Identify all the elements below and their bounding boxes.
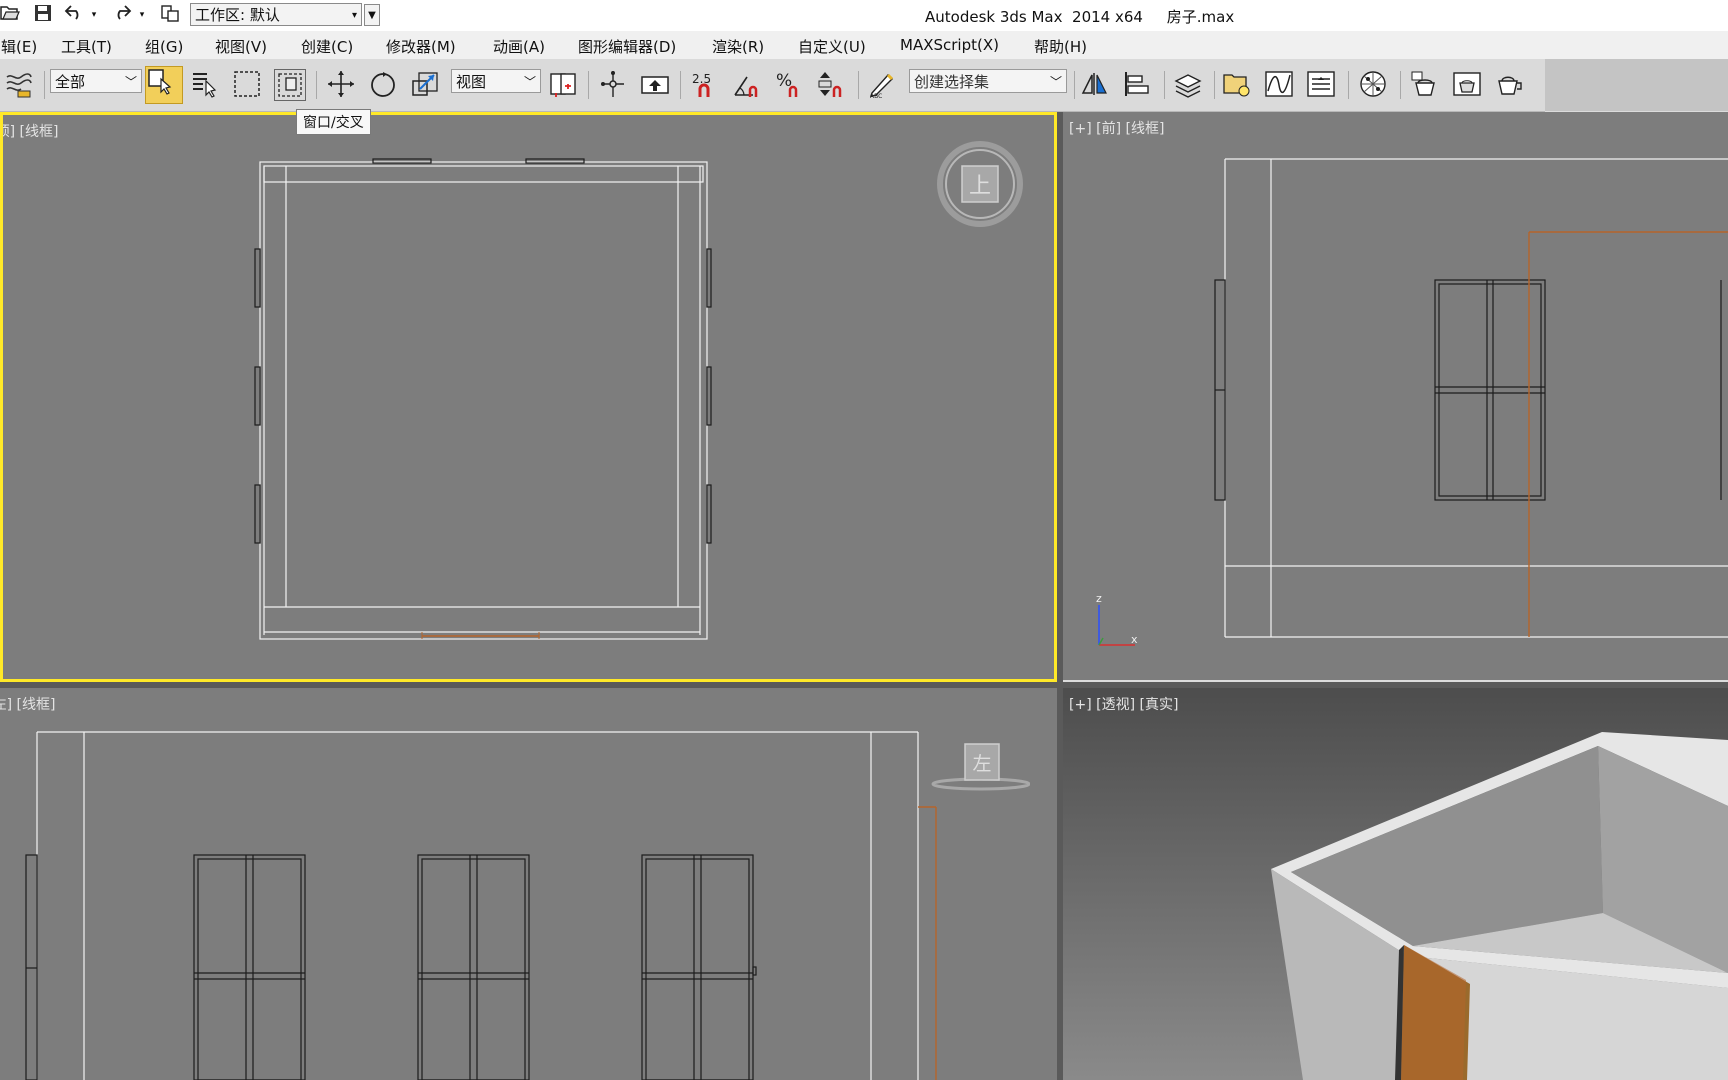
undo-dropdown-icon[interactable]: ▾ — [88, 4, 100, 26]
viewcube[interactable]: 上 — [937, 141, 1023, 227]
selection-filter-dropdown[interactable]: 全部 ﹀ — [50, 69, 142, 93]
toolbar-empty-area — [1545, 59, 1728, 111]
app-title: Autodesk 3ds Max 2014 x64 房子.max — [925, 8, 1235, 26]
menu-create[interactable]: 创建(C) — [301, 36, 353, 57]
render-production-icon[interactable] — [1494, 69, 1526, 101]
toolbar-divider — [1074, 71, 1075, 99]
save-icon[interactable] — [34, 4, 56, 26]
chevron-down-icon: ﹀ — [124, 75, 137, 89]
edit-named-selection-icon[interactable]: ABC — [866, 69, 898, 101]
snap-value-text: 2.5 — [692, 72, 711, 86]
selection-filter-value: 全部 — [55, 73, 86, 91]
axis-z-label: z — [1096, 592, 1102, 605]
menu-help[interactable]: 帮助(H) — [1034, 36, 1087, 57]
mirror-icon[interactable] — [1080, 69, 1112, 101]
menu-group[interactable]: 组(G) — [145, 36, 183, 57]
axis-x-label: x — [1131, 633, 1138, 646]
undo-icon[interactable] — [64, 4, 86, 26]
toolbar-divider — [1348, 71, 1349, 99]
chevron-down-icon: ﹀ — [523, 75, 536, 89]
viewcube[interactable]: 左 — [930, 742, 1030, 792]
viewport-front[interactable]: [+] [前] [线框] z x — [1063, 112, 1728, 680]
redo-dropdown-icon[interactable]: ▾ — [136, 4, 148, 26]
scene-explorer-icon[interactable] — [1222, 69, 1254, 101]
rectangular-selection-icon[interactable] — [232, 69, 264, 101]
open-file-icon[interactable] — [0, 4, 22, 26]
quick-access-customize-button[interactable]: ▼ — [364, 4, 380, 26]
scale-icon[interactable] — [410, 69, 442, 101]
toolbar-divider — [44, 71, 45, 99]
workspace-dropdown[interactable]: 工作区: 默认 ▾ — [190, 3, 362, 26]
title-bar: ▾ ▾ 工作区: 默认 ▾ ▼ Autodesk 3ds Max 2014 x6… — [0, 0, 1728, 32]
menu-edit[interactable]: 编辑(E) — [0, 36, 37, 57]
viewcube-face-label: 左 — [972, 753, 991, 775]
toolbar-divider — [1214, 71, 1215, 99]
material-editor-icon[interactable] — [1358, 69, 1390, 101]
left-wireframe — [25, 731, 937, 1080]
schematic-view-icon[interactable] — [1306, 69, 1338, 101]
select-manipulate-icon[interactable] — [598, 69, 630, 101]
percent-snap-icon[interactable]: % — [774, 69, 806, 101]
toolbar-divider — [858, 71, 859, 99]
menu-customize[interactable]: 自定义(U) — [798, 36, 866, 57]
pivot-center-icon[interactable] — [548, 69, 580, 101]
menu-graph-editors[interactable]: 图形编辑器(D) — [578, 36, 676, 57]
rendered-frame-window-icon[interactable] — [1452, 69, 1484, 101]
named-selection-dropdown[interactable]: 创建选择集 ﹀ — [909, 69, 1067, 93]
align-icon[interactable] — [1122, 69, 1154, 101]
curve-editor-icon[interactable] — [1264, 69, 1296, 101]
spinner-snap-icon[interactable] — [816, 69, 848, 101]
front-wireframe: z x — [1096, 158, 1728, 646]
reference-coordinate-value: 视图 — [456, 73, 487, 91]
perspective-house-render — [1271, 732, 1728, 1080]
toolbar-divider — [588, 71, 589, 99]
move-icon[interactable] — [326, 69, 358, 101]
viewport-perspective[interactable]: [+] [透视] [真实] — [1063, 688, 1728, 1080]
viewport-top[interactable]: [+] [顶] [线框] — [0, 112, 1057, 682]
svg-text:ABC: ABC — [870, 93, 882, 99]
viewcube-face-label: 上 — [969, 174, 991, 199]
workspace-label: 工作区: 默认 — [195, 6, 280, 24]
viewport-left[interactable]: [+] [左] [线框] — [0, 688, 1057, 1080]
tooltip: 窗口/交叉 — [296, 109, 371, 135]
rotate-icon[interactable] — [368, 69, 400, 101]
select-object-button[interactable] — [145, 66, 183, 104]
link-bind-icon[interactable] — [4, 69, 36, 101]
top-wireframe — [254, 158, 712, 640]
keyboard-shortcut-override-icon[interactable] — [640, 69, 672, 101]
menu-animation[interactable]: 动画(A) — [493, 36, 545, 57]
chevron-down-icon: ▾ — [351, 10, 357, 21]
snaps-toggle-icon[interactable]: 2.5 — [690, 69, 722, 101]
project-folder-icon[interactable] — [160, 4, 182, 26]
render-setup-icon[interactable] — [1410, 69, 1442, 101]
toolbar-divider — [1400, 71, 1401, 99]
chevron-down-icon: ﹀ — [1049, 75, 1062, 89]
select-by-name-icon[interactable] — [190, 69, 222, 101]
redo-icon[interactable] — [112, 4, 134, 26]
angle-snap-icon[interactable] — [732, 69, 764, 101]
menu-modifiers[interactable]: 修改器(M) — [386, 36, 456, 57]
toolbar-divider — [680, 71, 681, 99]
reference-coordinate-dropdown[interactable]: 视图 ﹀ — [451, 69, 541, 93]
named-selection-placeholder: 创建选择集 — [914, 73, 990, 91]
window-crossing-icon[interactable] — [274, 69, 306, 101]
toolbar-divider — [316, 71, 317, 99]
toolbar-divider — [1164, 71, 1165, 99]
menu-bar: 编辑(E) 工具(T) 组(G) 视图(V) 创建(C) 修改器(M) 动画(A… — [0, 31, 1728, 59]
menu-tools[interactable]: 工具(T) — [61, 36, 112, 57]
main-toolbar: 全部 ﹀ 视图 ﹀ 2.5 % ABC 创建选择集 ﹀ — [0, 59, 1545, 112]
menu-rendering[interactable]: 渲染(R) — [712, 36, 764, 57]
layer-manager-icon[interactable] — [1172, 69, 1204, 101]
menu-views[interactable]: 视图(V) — [215, 36, 267, 57]
menu-maxscript[interactable]: MAXScript(X) — [900, 36, 999, 54]
